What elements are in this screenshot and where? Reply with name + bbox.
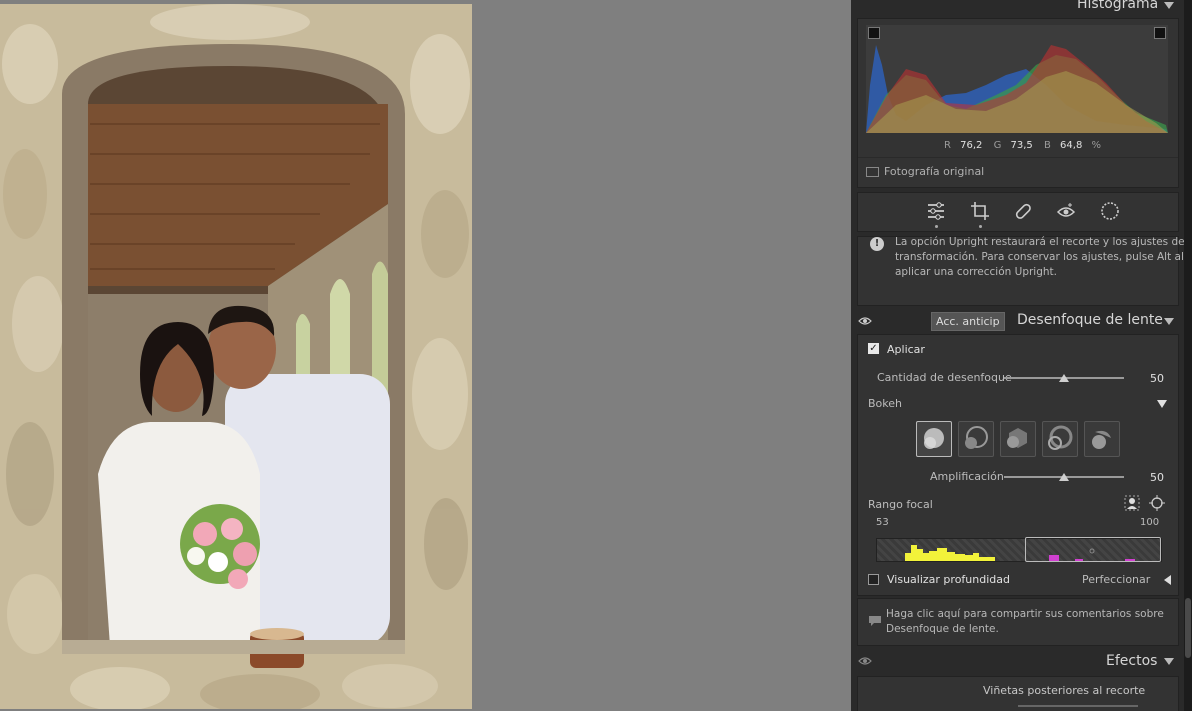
comment-icon [868, 615, 882, 630]
redeye-icon[interactable] [1056, 201, 1076, 224]
shadow-clipping-toggle[interactable] [868, 27, 880, 39]
info-icon: ! [870, 237, 884, 251]
bokeh-blade-button[interactable] [1000, 421, 1036, 457]
refine-expand-icon[interactable] [1164, 575, 1171, 585]
vignette-label: Viñetas posteriores al recorte [983, 684, 1146, 697]
wedding-photo-image [0, 4, 472, 709]
bokeh-blade-icon [1007, 428, 1027, 448]
edit-sliders-icon[interactable] [926, 201, 946, 224]
lens-blur-visibility-icon[interactable] [858, 316, 872, 329]
tool-strip [857, 192, 1179, 232]
upright-notice: ! La opción Upright restaurará el recort… [857, 236, 1185, 306]
edit-active-dot [935, 225, 938, 228]
boost-label: Amplificación [930, 470, 1004, 483]
boost-knob[interactable] [1059, 473, 1069, 481]
b-label: B [1043, 140, 1051, 151]
bokeh-bubble-icon [965, 426, 988, 449]
bokeh-expand-icon[interactable] [1157, 400, 1167, 408]
blur-amount-knob[interactable] [1059, 374, 1069, 382]
bokeh-cateye-button[interactable] [1084, 421, 1120, 457]
crop-icon[interactable] [970, 201, 990, 224]
bokeh-ring-button[interactable] [1042, 421, 1078, 457]
original-photo-label: Fotografía original [884, 165, 985, 178]
effects-collapse-icon[interactable] [1164, 658, 1174, 665]
effects-panel: Viñetas posteriores al recorte [857, 676, 1179, 711]
b-value: 64,8 [1060, 140, 1083, 151]
feedback-line1[interactable]: Haga clic aquí para compartir sus coment… [886, 607, 1164, 622]
masking-icon[interactable] [1100, 201, 1120, 224]
histogram-title: Histograma [1077, 0, 1159, 12]
focal-range-selection[interactable] [1025, 537, 1161, 562]
effects-title[interactable]: Efectos [1106, 653, 1157, 669]
bokeh-ring-icon [1048, 425, 1073, 450]
boost-value: 50 [1150, 471, 1164, 484]
bokeh-cateye-icon [1092, 430, 1111, 449]
focal-max-value: 100 [1140, 517, 1160, 528]
bokeh-bubble-button[interactable] [958, 421, 994, 457]
panel-scrollbar[interactable] [1184, 0, 1192, 711]
highlight-clipping-toggle[interactable] [1154, 27, 1166, 39]
focal-range-label: Rango focal [868, 498, 933, 511]
g-label: G [993, 140, 1002, 151]
percent-label: % [1091, 140, 1102, 151]
upright-notice-line3: aplicar una corrección Upright. [895, 266, 1057, 278]
blur-amount-label: Cantidad de desenfoque [877, 371, 1012, 384]
crop-active-dot [979, 225, 982, 228]
focal-range-track[interactable] [876, 537, 1162, 562]
blur-amount-value: 50 [1150, 372, 1164, 385]
r-label: R [944, 140, 951, 151]
subject-focus-icon[interactable] [1124, 495, 1140, 514]
r-value: 76,2 [960, 140, 983, 151]
feedback-line2[interactable]: Desenfoque de lente. [886, 622, 1164, 637]
g-value: 73,5 [1010, 140, 1033, 151]
scrollbar-thumb[interactable] [1185, 598, 1191, 658]
histogram-chart [866, 45, 1168, 133]
healing-icon[interactable] [1013, 201, 1033, 224]
upright-notice-line2: transformación. Para conservar los ajust… [895, 251, 1184, 263]
lens-blur-collapse-icon[interactable] [1164, 318, 1174, 325]
lens-blur-panel: ✓ Aplicar Cantidad de desenfoque 50 Boke… [857, 334, 1179, 596]
lens-blur-title[interactable]: Desenfoque de lente [1017, 312, 1163, 328]
visualize-depth-label: Visualizar profundidad [887, 573, 1010, 586]
histogram-panel: R 76,2 G 73,5 B 64,8 % Fotografía origin… [857, 18, 1179, 188]
effects-visibility-icon[interactable] [858, 656, 872, 669]
photo-preview[interactable] [0, 4, 472, 709]
feedback-panel[interactable]: Haga clic aquí para compartir sus coment… [857, 598, 1179, 646]
apply-label: Aplicar [887, 343, 925, 356]
early-access-badge: Acc. anticip [931, 312, 1005, 331]
bokeh-circle-icon [924, 428, 944, 449]
upright-notice-line1: La opción Upright restaurará el recorte … [895, 236, 1185, 248]
histogram-collapse-icon[interactable] [1164, 2, 1174, 9]
original-photo-checkbox[interactable] [866, 167, 879, 177]
histogram-graph[interactable] [866, 25, 1168, 133]
bokeh-circle-button[interactable] [916, 421, 952, 457]
apply-checkbox[interactable]: ✓ [868, 343, 879, 354]
develop-right-panel: Histograma R 76,2 G 73,5 B 64,8 % Fotogr… [851, 0, 1192, 711]
rgb-readout: R 76,2 G 73,5 B 64,8 % [944, 140, 1101, 151]
refine-label[interactable]: Perfeccionar [1082, 573, 1150, 586]
focal-min-value: 53 [876, 517, 889, 528]
point-focus-icon[interactable] [1149, 495, 1165, 514]
bokeh-label: Bokeh [868, 397, 902, 410]
visualize-depth-checkbox[interactable] [868, 574, 879, 585]
